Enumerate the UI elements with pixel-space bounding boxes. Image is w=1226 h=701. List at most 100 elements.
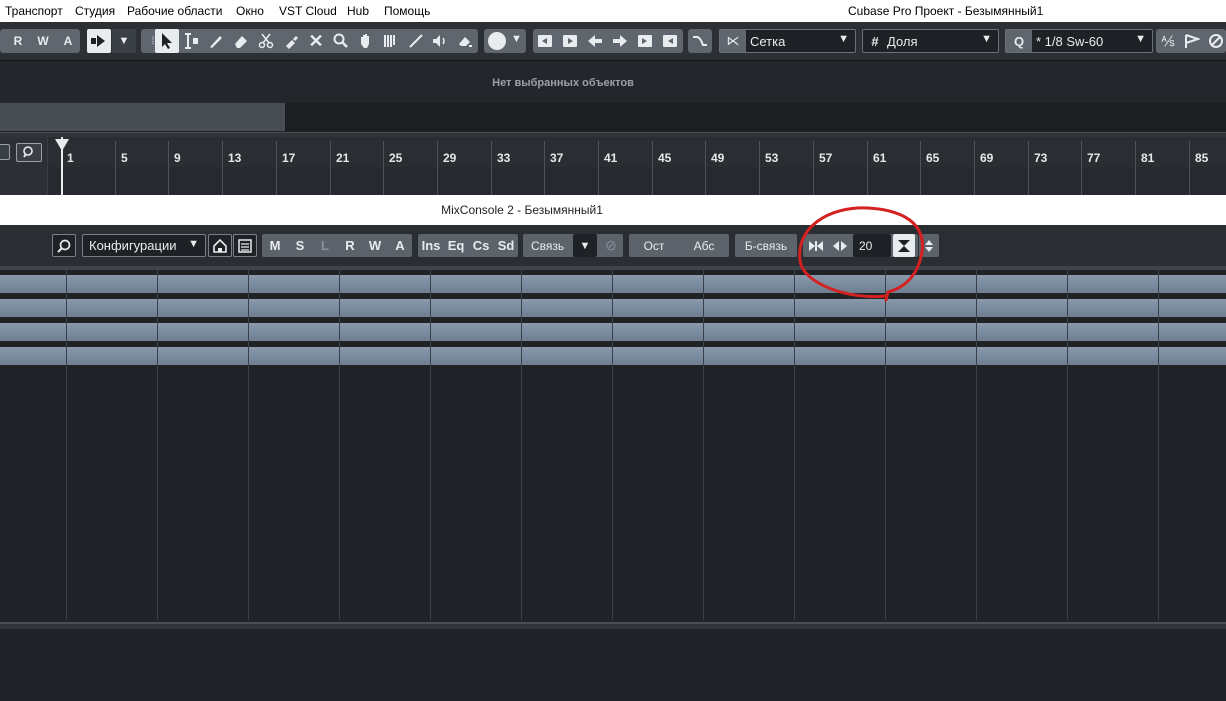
menu-help[interactable]: Помощь [384,4,430,18]
window-title: Cubase Pro Проект - Безымянный1 [848,4,1044,18]
nudge-right-icon[interactable] [608,29,632,53]
snap-type-value: Сетка [750,34,786,49]
configurations-dropdown[interactable]: Конфигурации ▼ [82,234,206,257]
config-list-button[interactable] [233,234,257,257]
snap-toggle[interactable] [688,29,712,53]
menu-studio[interactable]: Студия [75,4,115,18]
quantize-icon: Q [1006,30,1032,52]
color-icon[interactable] [453,29,477,53]
ruler-bar-label: 5 [121,151,128,165]
ruler-bar-label: 41 [604,151,618,165]
chevron-down-icon: ▼ [1135,33,1146,45]
constrain-group[interactable]: ▼ [484,29,526,53]
red-annotation-circle [798,206,924,302]
ruler-tick [598,141,599,195]
shrink-icon[interactable] [633,29,657,53]
home-icon [213,238,227,253]
pencil-icon[interactable] [204,29,228,53]
mute-x-icon[interactable]: ✕ [304,29,328,53]
search-icon [57,239,71,253]
list-icon[interactable] [0,144,10,160]
comp-icon[interactable] [379,29,403,53]
automation-button[interactable]: A [58,29,78,53]
rwa-group: R W A [0,29,80,53]
snap-type-dropdown[interactable]: ⋉ Сетка ▼ [719,29,856,53]
mute-button[interactable]: M [265,234,285,257]
grow-icon[interactable] [658,29,682,53]
playhead-flag-icon[interactable] [55,139,69,151]
channel-strip-row[interactable] [0,323,1226,341]
trim-end-icon[interactable] [558,29,582,53]
reset-quantize-icon[interactable] [1204,29,1226,53]
quantize-dropdown[interactable]: Q * 1/8 Sw-60 ▼ [1005,29,1153,53]
snap-curve-icon [693,36,707,46]
link-label: Связь [531,238,565,253]
channel-strip-row[interactable] [0,299,1226,317]
unlink-icon[interactable]: ⊘ [599,234,623,257]
menu-hub[interactable]: Hub [347,4,369,18]
quantize-flag-icon[interactable] [1180,29,1204,53]
zoom-icon[interactable] [329,29,353,53]
menu-window[interactable]: Окно [236,4,264,18]
project-toolbar: R W A ▼ ⁞ ✕ ▼ ⋉ Сетка ▼ # Доля ▼ Q * 1/8… [0,22,1226,60]
menu-transport[interactable]: Транспорт [5,4,63,18]
chevron-down-icon[interactable]: ▼ [573,234,597,257]
channel-divider [703,270,704,620]
solo-button[interactable]: S [290,234,310,257]
channel-divider [1158,270,1159,620]
ruler-bar-label: 49 [711,151,725,165]
channel-search-button[interactable] [52,234,76,257]
scissors-icon[interactable] [254,29,278,53]
overview-line[interactable] [0,103,1226,131]
nudge-left-icon[interactable] [583,29,607,53]
glue-icon[interactable] [279,29,303,53]
constrain-icon [488,32,506,50]
ruler-tick [759,141,760,195]
automation-button[interactable]: A [390,234,410,257]
ruler-bars[interactable]: 1 5 9 13 17 21 25 29 33 37 41 45 49 53 57 61 65 69 73 77 81 8… [48,137,1226,195]
ruler-tick [168,141,169,195]
hand-icon[interactable] [354,29,378,53]
ruler-bar-label: 53 [765,151,779,165]
menu-vst-cloud[interactable]: VST Cloud [279,4,337,18]
q-link-button[interactable]: Б-связь [735,234,797,257]
ruler-zoom-button[interactable] [16,143,42,162]
ruler-bar-label: 77 [1087,151,1101,165]
iterative-quantize-icon[interactable]: ⅍ [1156,29,1180,53]
menu-workspaces[interactable]: Рабочие области [127,4,222,18]
read-button[interactable]: R [340,234,360,257]
ruler-tick [330,141,331,195]
inserts-button[interactable]: Ins [420,234,442,257]
absolute-button[interactable]: Абс [683,234,725,257]
ruler-bar-label: 21 [336,151,350,165]
listen-button[interactable]: L [315,234,335,257]
line-icon[interactable] [404,29,428,53]
write-button[interactable]: W [365,234,385,257]
write-button[interactable]: W [33,29,53,53]
sends-button[interactable]: Sd [495,234,517,257]
autoscroll-icon[interactable] [87,29,111,53]
save-config-button[interactable] [208,234,232,257]
chevron-down-icon: ▼ [981,33,992,45]
trim-start-icon[interactable] [533,29,557,53]
grid-type-value: Доля [887,34,918,49]
eq-button[interactable]: Eq [445,234,467,257]
ruler-bar-label: 45 [658,151,672,165]
channel-area[interactable] [0,270,1226,622]
grid-type-dropdown[interactable]: # Доля ▼ [862,29,999,53]
speaker-icon[interactable] [428,29,452,53]
read-button[interactable]: R [8,29,28,53]
autoscroll-caret-icon[interactable]: ▼ [112,29,136,53]
arrow-icon[interactable] [155,29,179,53]
ruler-bar-label: 65 [926,151,940,165]
range-icon[interactable] [180,29,204,53]
relative-button[interactable]: Ост [633,234,675,257]
channel-strip-row[interactable] [0,347,1226,365]
channel-divider [521,270,522,620]
ruler[interactable]: 1 5 9 13 17 21 25 29 33 37 41 45 49 53 57 61 65 69 73 77 81 8… [0,137,1226,195]
channel-strip-button[interactable]: Cs [470,234,492,257]
overview-range[interactable] [0,103,285,131]
channel-strip-row[interactable] [0,275,1226,293]
ruler-bar-label: 57 [819,151,833,165]
eraser-icon[interactable] [229,29,253,53]
